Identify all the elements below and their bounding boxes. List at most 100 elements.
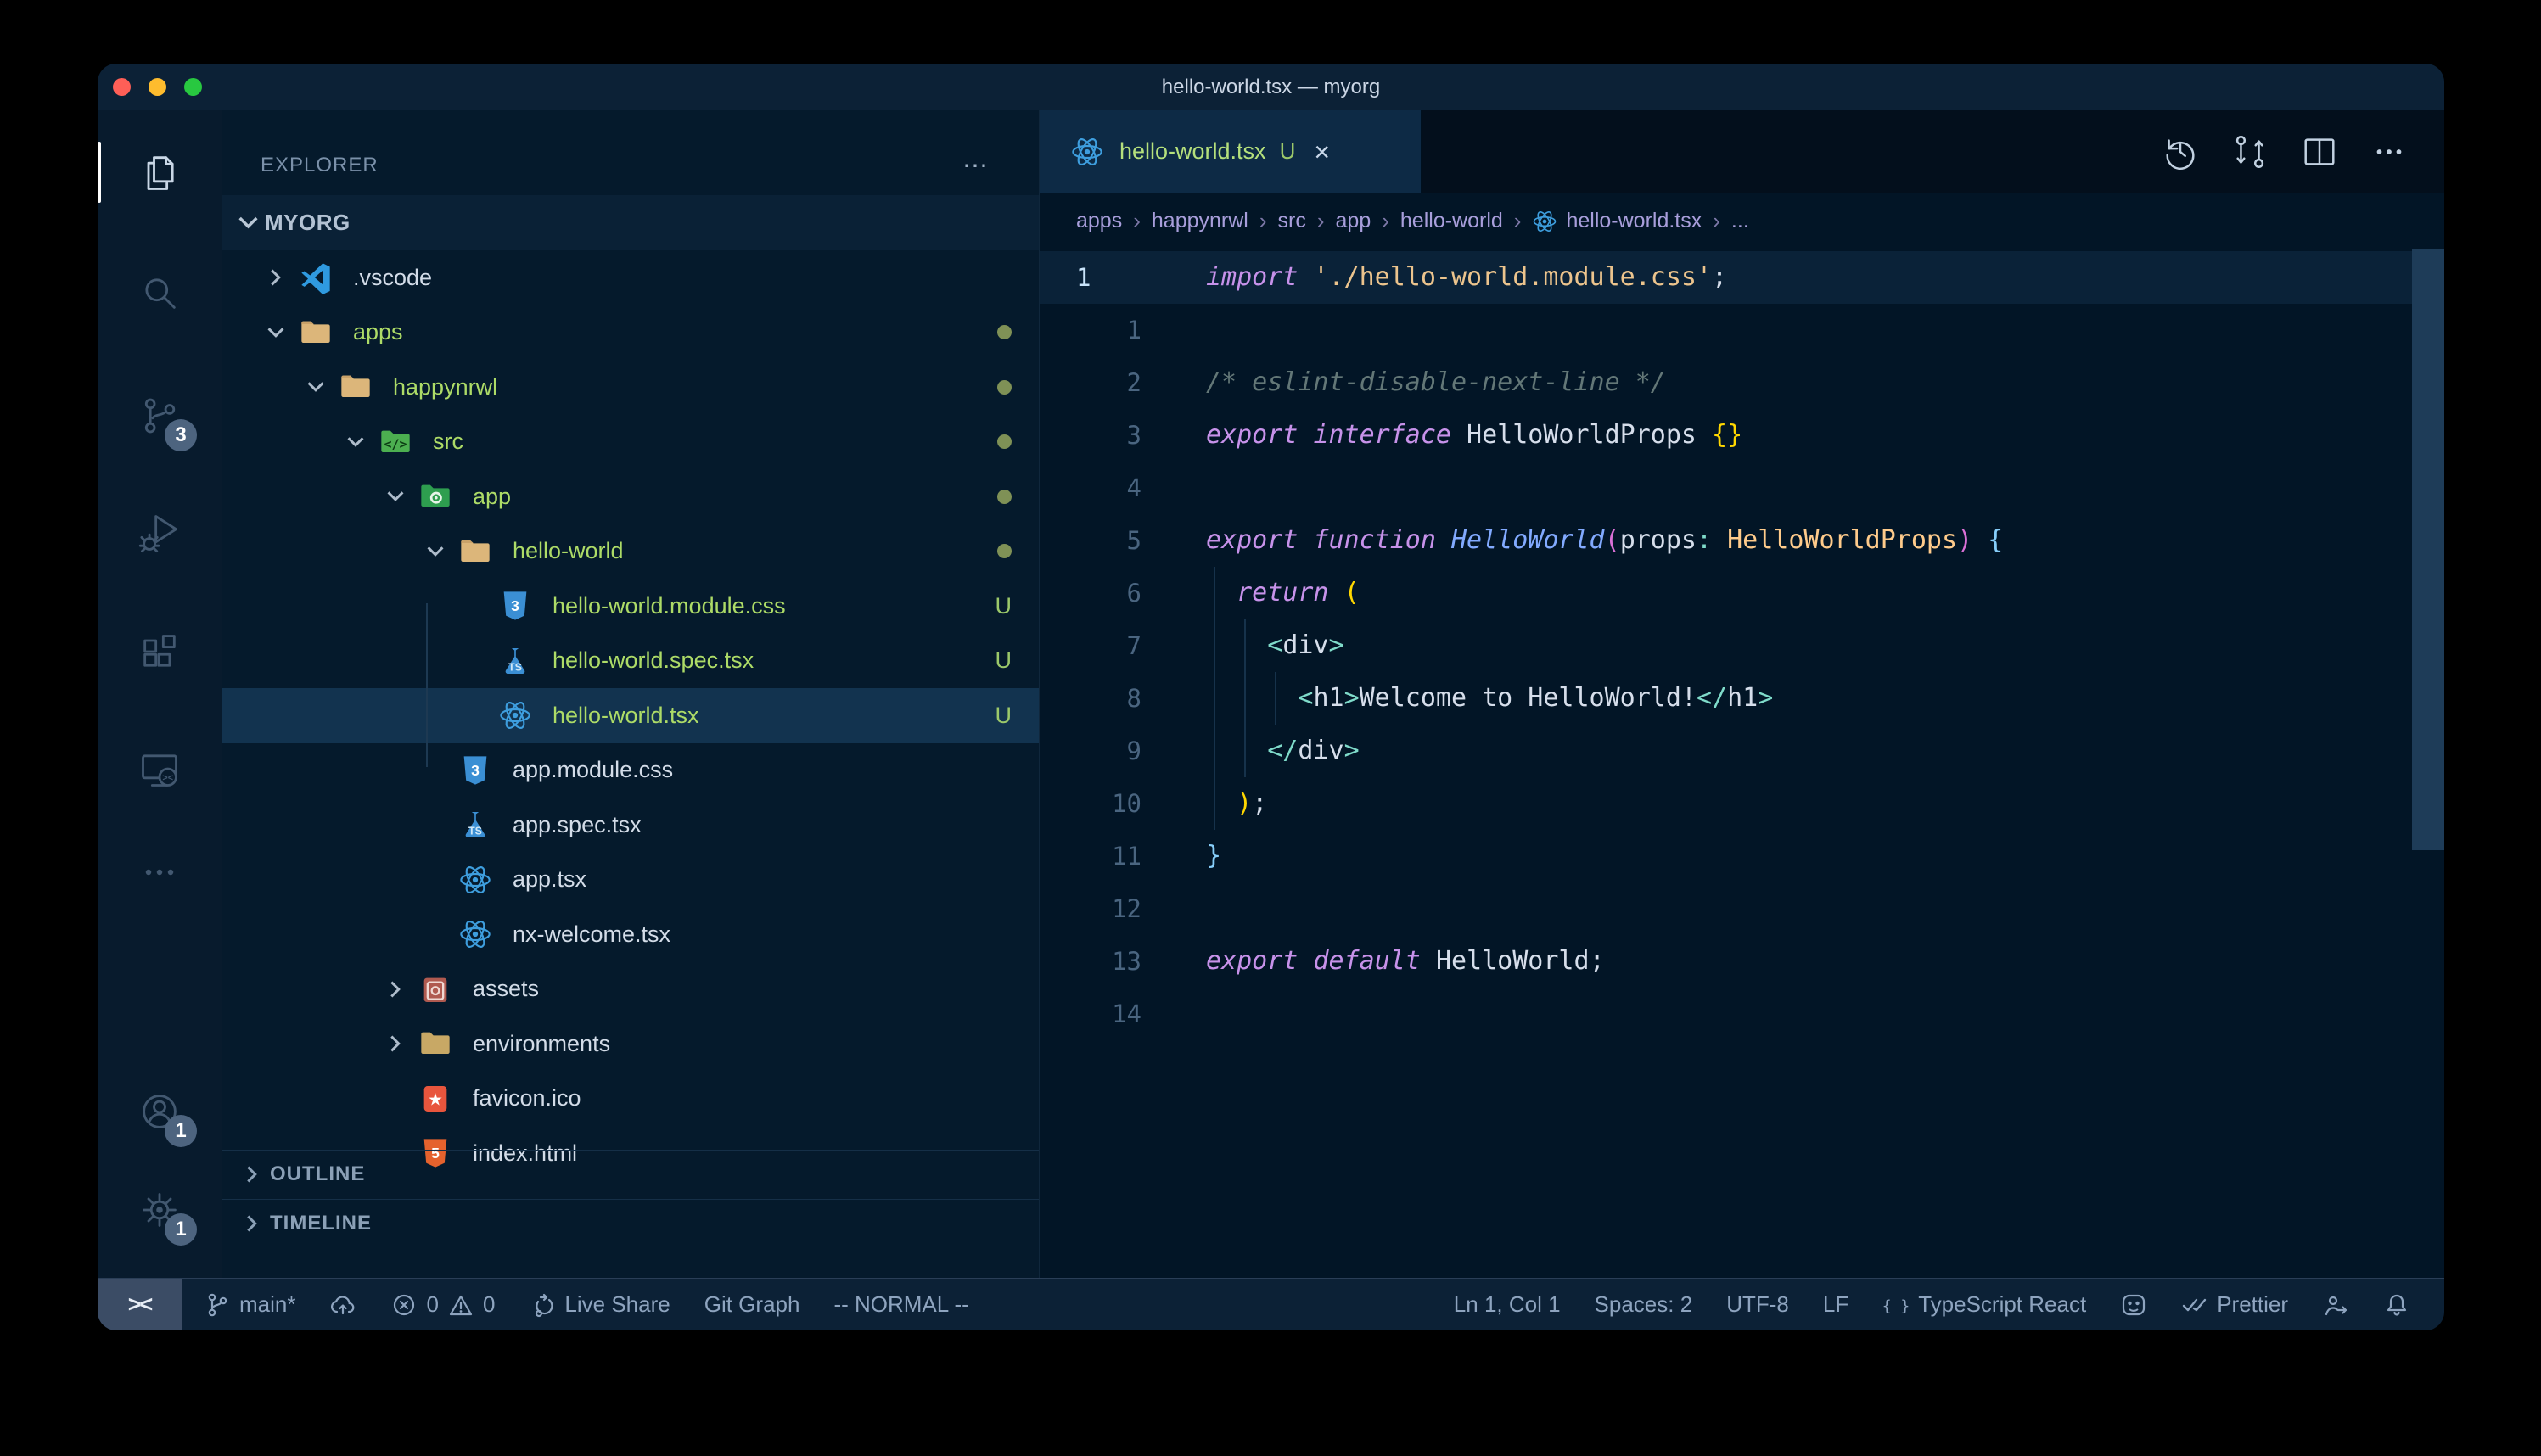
activity-run-debug-debug-icon[interactable] [127,501,192,565]
tree-item-app-tsx[interactable]: app.tsx [222,853,1039,908]
activity-search-search-icon[interactable] [127,260,192,325]
changes-dot-badge [997,360,1012,415]
tree-item-app-module-css[interactable]: 3app.module.css [222,743,1039,798]
tree-item-src[interactable]: </>src [222,415,1039,470]
statusbar-eol-sequence[interactable]: LF [1823,1291,1848,1318]
code-line[interactable]: 2/* eslint-disable-next-line */ [1040,356,2444,409]
code-line[interactable]: 13export default HelloWorld; [1040,935,2444,988]
code-line[interactable]: 5export function HelloWorld(props: Hello… [1040,514,2444,567]
tree-item-label: happynrwl [393,374,497,400]
code-line[interactable]: 14 [1040,988,2444,1040]
code-line[interactable]: 10 ); [1040,777,2444,830]
code-line[interactable]: 8 <h1>Welcome to HelloWorld!</h1> [1040,672,2444,725]
statusbar-publish-changes[interactable] [329,1291,356,1319]
tree-item-environments[interactable]: environments [222,1016,1039,1072]
statusbar-indentation[interactable]: Spaces: 2 [1595,1291,1693,1318]
tree-item-apps[interactable]: apps [222,305,1039,361]
tree-item-happynrwl[interactable]: happynrwl [222,360,1039,415]
braces-icon: { } [1882,1291,1910,1319]
chevron-spacer [383,1086,418,1112]
badge: 1 [165,1213,197,1246]
folder-icon [299,314,343,351]
code-text: export interface HelloWorldProps {} [1206,409,1742,462]
tree-item-nx-welcome-tsx[interactable]: nx-welcome.tsx [222,907,1039,962]
breadcrumb-item[interactable]: happynrwl [1152,209,1248,233]
badge: 1 [165,1115,197,1147]
statusbar-git-branch[interactable]: main* [204,1291,295,1319]
statusbar-label: UTF-8 [1726,1291,1789,1318]
chevron-down-icon [383,484,418,509]
code-line[interactable]: 6 return ( [1040,567,2444,619]
statusbar-vim-mode[interactable]: -- NORMAL -- [833,1291,968,1318]
statusbar-prettier[interactable]: Prettier [2181,1291,2288,1319]
statusbar-github[interactable] [2120,1291,2147,1319]
code-line[interactable]: 4 [1040,462,2444,514]
tree-item-hello-world-spec-tsx[interactable]: TShello-world.spec.tsxU [222,634,1039,689]
tree-item-hello-world[interactable]: hello-world [222,524,1039,580]
activity-explorer-files-icon[interactable] [127,140,192,204]
breadcrumb-item[interactable]: apps [1076,209,1122,233]
code-line[interactable]: 3export interface HelloWorldProps {} [1040,409,2444,462]
editor-scrollbar[interactable] [2412,249,2444,850]
css-icon: 3 [498,587,542,624]
folder-assets-icon [418,971,463,1008]
tree-item--vscode[interactable]: .vscode [222,250,1039,305]
code-line[interactable]: 1 [1040,304,2444,356]
tree-item-app-spec-tsx[interactable]: TSapp.spec.tsx [222,798,1039,853]
timeline-section-header[interactable]: TIMELINE [222,1199,1039,1247]
breadcrumb-item[interactable]: hello-world.tsx [1532,209,1702,234]
code-line[interactable]: 1import './hello-world.module.css'; [1040,251,2444,304]
activity-more-ellipsis-icon[interactable] [127,840,192,904]
tree-item-assets[interactable]: assets [222,962,1039,1017]
chevron-right-icon [263,265,299,290]
status-bar: >< main* 00 Live Share Git Graph -- NORMAL --… [98,1278,2444,1330]
remote-indicator-remote-indicator-icon[interactable]: >< [98,1279,182,1330]
favicon-icon: ★ [418,1080,463,1117]
open-timeline-history-icon[interactable] [2161,132,2200,171]
code-line[interactable]: 7 <div> [1040,619,2444,672]
activity-remote-explorer-remote-window-icon[interactable]: >< [127,736,192,801]
breadcrumb-item[interactable]: ... [1731,209,1749,233]
statusbar-feedback[interactable] [2322,1291,2349,1319]
chevron-down-icon [303,374,339,400]
code-line[interactable]: 12 [1040,882,2444,935]
tab-hello-world-tsx[interactable]: hello-world.tsx U × [1040,110,1422,193]
tree-item-hello-world-module-css[interactable]: 3hello-world.module.cssU [222,579,1039,634]
activity-accounts-account-icon[interactable]: 1 [127,1079,192,1144]
breadcrumb-label: apps [1076,209,1122,233]
statusbar-cursor-position[interactable]: Ln 1, Col 1 [1454,1291,1561,1318]
activity-extensions-extensions-icon[interactable] [127,619,192,684]
changes-dot-badge [997,305,1012,361]
code-text: ); [1206,777,1267,830]
statusbar-problems[interactable]: 00 [390,1291,495,1319]
breadcrumb-item[interactable]: hello-world [1400,209,1503,233]
tree-item-favicon-ico[interactable]: ★favicon.ico [222,1072,1039,1127]
statusbar-git-graph[interactable]: Git Graph [704,1291,800,1318]
outline-section-header[interactable]: OUTLINE [222,1150,1039,1198]
statusbar-live-share[interactable]: Live Share [529,1291,670,1319]
tree-item-hello-world-tsx[interactable]: hello-world.tsxU [222,688,1039,743]
svg-text:TS: TS [508,661,522,673]
activity-settings-gear-icon[interactable]: 1 [127,1178,192,1242]
activity-source-control-source-control-icon[interactable]: 3 [127,384,192,448]
tree-item-app[interactable]: app [222,469,1039,524]
close-tab-icon[interactable]: × [1314,138,1330,165]
code-editor[interactable]: 1import './hello-world.module.css';12/* … [1040,249,2444,1278]
breadcrumb-label: hello-world [1400,209,1503,233]
code-line[interactable]: 9 </div> [1040,725,2444,777]
statusbar-notifications[interactable] [2383,1291,2410,1319]
breadcrumb-item[interactable]: app [1336,209,1371,233]
statusbar-language-mode[interactable]: { }TypeScript React [1882,1291,2086,1319]
split-editor-split-icon[interactable] [2300,132,2339,171]
more-actions-ellipsis-icon[interactable] [2370,132,2409,171]
statusbar-encoding[interactable]: UTF-8 [1726,1291,1789,1318]
code-line[interactable]: 11} [1040,830,2444,882]
breadcrumb-item[interactable]: src [1278,209,1306,233]
open-changes-compare-icon[interactable] [2230,132,2269,171]
explorer-more-actions-icon[interactable]: ⋯ [962,151,990,181]
code-text: import './hello-world.module.css'; [1206,251,1727,304]
statusbar-label: Ln 1, Col 1 [1454,1291,1561,1318]
workspace-root-row[interactable]: MYORG [222,195,1039,250]
breadcrumb-separator: › [1133,208,1141,234]
code-text: /* eslint-disable-next-line */ [1206,356,1666,409]
